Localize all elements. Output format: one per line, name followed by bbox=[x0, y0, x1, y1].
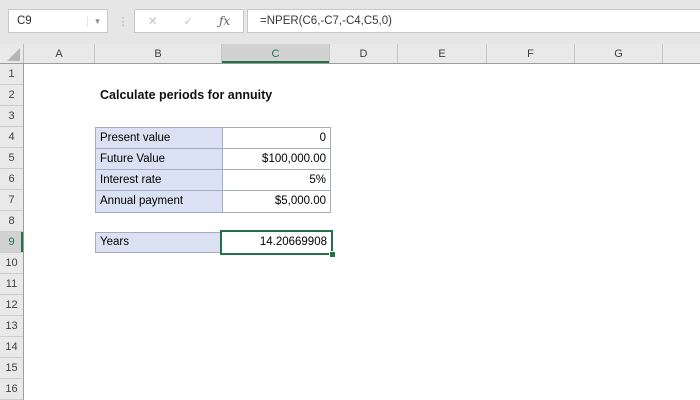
insert-function-icon[interactable]: ƒx bbox=[219, 14, 230, 28]
column-header-b[interactable]: B bbox=[95, 44, 222, 63]
column-header-f[interactable]: F bbox=[487, 44, 575, 63]
column-headers: A B C D E F G bbox=[0, 44, 700, 64]
formula-bar-chrome: C9 ▾ ⋮ ✕ ✓ ƒx =NPER(C6,-C7,-C4,C5,0) bbox=[0, 0, 700, 44]
cell-c5-value[interactable]: $100,000.00 bbox=[223, 149, 330, 169]
row-header-11[interactable]: 11 bbox=[0, 274, 23, 295]
row-header-15[interactable]: 15 bbox=[0, 358, 23, 379]
select-all-triangle-icon bbox=[7, 48, 20, 61]
cell-c6-value[interactable]: 5% bbox=[223, 170, 330, 190]
worksheet-title-cell[interactable]: Calculate periods for annuity bbox=[100, 85, 272, 106]
formula-bar-resize-handle-icon: ⋮ bbox=[117, 15, 129, 28]
row-header-1[interactable]: 1 bbox=[0, 64, 23, 85]
row-header-12[interactable]: 12 bbox=[0, 295, 23, 316]
row-header-10[interactable]: 10 bbox=[0, 253, 23, 274]
cell-b9-label[interactable]: Years bbox=[95, 232, 222, 253]
row-header-2[interactable]: 2 bbox=[0, 85, 23, 106]
row-header-8[interactable]: 8 bbox=[0, 211, 23, 232]
column-header-d[interactable]: D bbox=[330, 44, 398, 63]
row-header-5[interactable]: 5 bbox=[0, 148, 23, 169]
row-header-13[interactable]: 13 bbox=[0, 316, 23, 337]
cell-c4-value[interactable]: 0 bbox=[223, 128, 330, 148]
fill-handle[interactable] bbox=[329, 251, 336, 258]
cell-b4-label[interactable]: Present value bbox=[96, 128, 223, 148]
formula-buttons: ✕ ✓ ƒx bbox=[134, 9, 244, 33]
selected-cell-c9[interactable]: 14.20669908 bbox=[220, 230, 333, 255]
input-table: Present value 0 Future Value $100,000.00… bbox=[95, 127, 331, 213]
name-box-dropdown-icon[interactable]: ▾ bbox=[87, 15, 107, 27]
table-row: Annual payment $5,000.00 bbox=[96, 191, 330, 212]
table-row: Present value 0 bbox=[96, 128, 330, 149]
column-header-g[interactable]: G bbox=[575, 44, 663, 63]
formula-text[interactable]: =NPER(C6,-C7,-C4,C5,0) bbox=[248, 15, 392, 27]
column-header-a[interactable]: A bbox=[24, 44, 95, 63]
table-row: Future Value $100,000.00 bbox=[96, 149, 330, 170]
row-header-16[interactable]: 16 bbox=[0, 379, 23, 400]
select-all-button[interactable] bbox=[0, 44, 24, 63]
table-row: Interest rate 5% bbox=[96, 170, 330, 191]
row-header-3[interactable]: 3 bbox=[0, 106, 23, 127]
row-header-9[interactable]: 9 bbox=[0, 232, 23, 253]
enter-icon[interactable]: ✓ bbox=[183, 14, 193, 28]
cell-b5-label[interactable]: Future Value bbox=[96, 149, 223, 169]
cell-c7-value[interactable]: $5,000.00 bbox=[223, 191, 330, 212]
column-header-c[interactable]: C bbox=[222, 44, 330, 63]
row-header-7[interactable]: 7 bbox=[0, 190, 23, 211]
row-header-6[interactable]: 6 bbox=[0, 169, 23, 190]
cell-b6-label[interactable]: Interest rate bbox=[96, 170, 223, 190]
row-headers: 1 2 3 4 5 6 7 8 9 10 11 12 13 14 15 16 bbox=[0, 64, 24, 400]
cancel-icon[interactable]: ✕ bbox=[148, 14, 158, 28]
column-header-partial[interactable] bbox=[663, 44, 700, 63]
row-header-4[interactable]: 4 bbox=[0, 127, 23, 148]
cell-b7-label[interactable]: Annual payment bbox=[96, 191, 223, 212]
name-box[interactable]: C9 ▾ bbox=[8, 9, 108, 33]
row-header-14[interactable]: 14 bbox=[0, 337, 23, 358]
name-box-value[interactable]: C9 bbox=[9, 15, 87, 27]
column-header-e[interactable]: E bbox=[398, 44, 487, 63]
formula-input[interactable]: =NPER(C6,-C7,-C4,C5,0) bbox=[247, 9, 700, 33]
